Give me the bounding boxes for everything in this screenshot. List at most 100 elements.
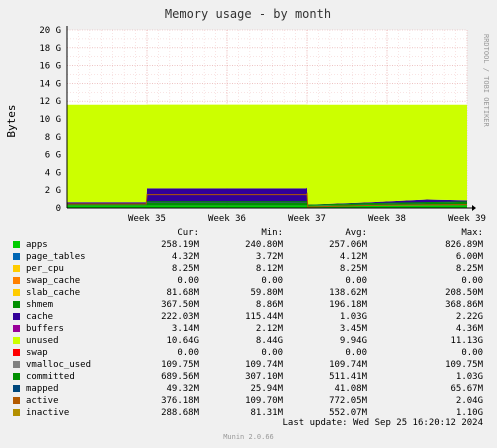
legend-max: 6.00M — [455, 252, 483, 262]
legend-max: 208.50M — [445, 288, 483, 298]
y-ticks: 0 2 G 4 G 6 G 8 G 10 G 12 G 14 G 16 G 18 G 20 G — [39, 26, 61, 214]
legend-avg: 9.94G — [339, 336, 367, 346]
legend-max: 0.00 — [461, 276, 483, 286]
legend-min: 115.44M — [245, 312, 283, 322]
legend-min: 25.94M — [250, 384, 283, 394]
legend-avg: 257.06M — [329, 240, 367, 250]
legend-min: 59.80M — [250, 288, 283, 298]
legend-row-vmalloc-used: vmalloc_used 109.75M 109.74M 109.74M 109… — [0, 359, 497, 371]
legend-avg: 4.12M — [339, 252, 367, 262]
legend-cur: 8.25M — [171, 264, 199, 274]
legend-min: 81.31M — [250, 408, 283, 418]
legend-name: slab_cache — [26, 288, 81, 298]
legend-avg: 109.74M — [329, 360, 367, 370]
legend-header-avg: Avg: — [345, 228, 367, 238]
legend-swatch — [13, 313, 20, 320]
legend-row-buffers: buffers 3.14M 2.12M 3.45M 4.36M — [0, 323, 497, 335]
memory-chart: Memory usage - by month RRDTOOL / TOBI O… — [5, 7, 490, 224]
legend-cur: 0.00 — [177, 276, 199, 286]
legend-cur: 0.00 — [177, 348, 199, 358]
legend-swatch — [13, 397, 20, 404]
legend-row-cache: cache 222.03M 115.44M 1.03G 2.22G — [0, 311, 497, 323]
legend-swatch — [13, 289, 20, 296]
legend-swatch — [13, 265, 20, 272]
legend-header-min: Min: — [261, 228, 283, 238]
legend-min: 8.86M — [255, 300, 283, 310]
y-tick-label: 18 G — [39, 44, 61, 54]
legend-min: 307.10M — [245, 372, 283, 382]
y-tick-label: 0 — [56, 204, 61, 214]
legend-min: 240.80M — [245, 240, 283, 250]
legend-cur: 109.75M — [161, 360, 199, 370]
legend-max: 368.86M — [445, 300, 483, 310]
y-tick-label: 2 G — [45, 186, 61, 196]
legend-cur: 81.68M — [166, 288, 199, 298]
areas — [67, 104, 467, 208]
legend-swatch — [13, 373, 20, 380]
legend-max: 109.75M — [445, 360, 483, 370]
legend-row-committed: committed 689.56M 307.10M 511.41M 1.03G — [0, 371, 497, 383]
legend-max: 1.03G — [455, 372, 483, 382]
legend-name: per_cpu — [26, 264, 64, 274]
legend-row-swap: swap 0.00 0.00 0.00 0.00 — [0, 347, 497, 359]
legend-cur: 258.19M — [161, 240, 199, 250]
x-tick-label: Week 38 — [368, 214, 406, 224]
legend-row-slab-cache: slab_cache 81.68M 59.80M 138.62M 208.50M — [0, 287, 497, 299]
legend-cur: 3.14M — [171, 324, 199, 334]
x-axis-arrow — [472, 205, 476, 211]
legend-cur: 222.03M — [161, 312, 199, 322]
legend-avg: 196.18M — [329, 300, 367, 310]
legend-avg: 8.25M — [339, 264, 367, 274]
legend-header-max: Max: — [461, 228, 483, 238]
chart-title: Memory usage - by month — [165, 7, 331, 21]
x-tick-label: Week 39 — [448, 214, 486, 224]
legend-min: 3.72M — [255, 252, 283, 262]
legend-name: vmalloc_used — [26, 360, 92, 370]
legend-cur: 49.32M — [166, 384, 199, 394]
legend-name: committed — [26, 372, 75, 382]
legend-swatch — [13, 385, 20, 392]
legend-row-apps: apps 258.19M 240.80M 257.06M 826.89M — [0, 239, 497, 251]
legend-swatch — [13, 241, 20, 248]
legend-max: 0.00 — [461, 348, 483, 358]
legend-avg: 0.00 — [345, 276, 367, 286]
legend-swatch — [13, 349, 20, 356]
legend-header-cur: Cur: — [177, 228, 199, 238]
legend-row-page-tables: page_tables 4.32M 3.72M 4.12M 6.00M — [0, 251, 497, 263]
legend-cur: 10.64G — [166, 336, 199, 346]
y-tick-label: 14 G — [39, 79, 61, 89]
legend-avg: 138.62M — [329, 288, 367, 298]
munin-version: Munin 2.0.66 — [223, 433, 274, 441]
legend-swatch — [13, 253, 20, 260]
legend-name: cache — [26, 312, 54, 322]
legend-row-unused: unused 10.64G 8.44G 9.94G 11.13G — [0, 335, 497, 347]
legend-max: 8.25M — [455, 264, 483, 274]
legend-cur: 288.68M — [161, 408, 199, 418]
legend-swatch — [13, 301, 20, 308]
legend-min: 0.00 — [261, 348, 283, 358]
legend: Cur: Min: Avg: Max: apps 258.19M 240.80M… — [0, 227, 497, 419]
y-tick-label: 8 G — [45, 133, 61, 143]
legend-name: inactive — [26, 408, 70, 418]
legend-cur: 376.18M — [161, 396, 199, 406]
x-tick-label: Week 36 — [208, 214, 246, 224]
legend-row-swap-cache: swap_cache 0.00 0.00 0.00 0.00 — [0, 275, 497, 287]
legend-name: buffers — [26, 324, 64, 334]
legend-swatch — [13, 337, 20, 344]
legend-min: 109.74M — [245, 360, 283, 370]
legend-max: 826.89M — [445, 240, 483, 250]
y-tick-label: 12 G — [39, 97, 61, 107]
legend-min: 8.44G — [255, 336, 283, 346]
legend-max: 65.67M — [450, 384, 483, 394]
legend-cur: 689.56M — [161, 372, 199, 382]
legend-name: mapped — [26, 384, 59, 394]
legend-max: 11.13G — [450, 336, 483, 346]
x-ticks: Week 35 Week 36 Week 37 Week 38 Week 39 — [128, 214, 486, 224]
legend-row-shmem: shmem 367.50M 8.86M 196.18M 368.86M — [0, 299, 497, 311]
legend-row-mapped: mapped 49.32M 25.94M 41.08M 65.67M — [0, 383, 497, 395]
legend-cur: 4.32M — [171, 252, 199, 262]
legend-min: 8.12M — [255, 264, 283, 274]
x-tick-label: Week 35 — [128, 214, 166, 224]
legend-max: 2.22G — [455, 312, 483, 322]
legend-min: 2.12M — [255, 324, 283, 334]
